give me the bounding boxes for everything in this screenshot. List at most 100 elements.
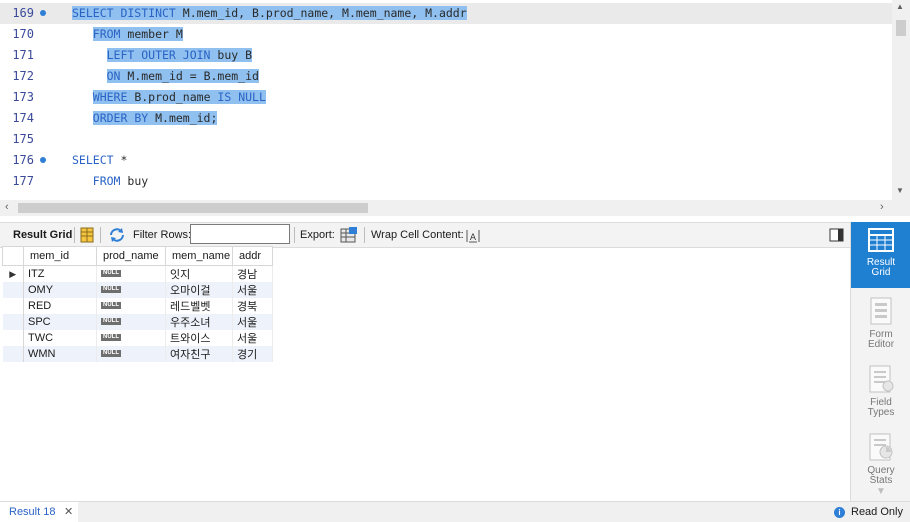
cell-mem-id[interactable]: ITZ [23, 265, 97, 282]
export-icon[interactable] [340, 226, 358, 244]
cell-mem-id[interactable]: TWC [23, 330, 97, 346]
editor-line[interactable]: 171 LEFT OUTER JOIN buy B [0, 45, 892, 66]
table-row[interactable]: SPC NULL 우주소녀 서울 [2, 314, 273, 330]
cell-addr[interactable]: 서울 [232, 282, 273, 298]
editor-vertical-scrollbar[interactable]: ▲ ▼ [892, 0, 910, 200]
editor-line[interactable]: 174 ORDER BY M.mem_id; [0, 108, 892, 129]
table-row[interactable]: WMN NULL 여자친구 경기 [2, 346, 273, 362]
cell-prod-name[interactable]: NULL [96, 298, 166, 314]
result-tab-label: Result 18 [9, 506, 56, 518]
scroll-down-icon[interactable]: ▼ [896, 186, 904, 195]
line-number: 171 [12, 48, 34, 62]
cell-addr[interactable]: 경남 [232, 265, 273, 282]
table-row[interactable]: OMY NULL 오마이걸 서울 [2, 282, 273, 298]
sql-text: M.mem_id; [155, 111, 218, 125]
scroll-left-icon[interactable]: ‹ [5, 201, 9, 213]
null-badge: NULL [101, 350, 121, 357]
row-header[interactable] [2, 346, 24, 362]
cell-addr[interactable]: 경기 [232, 346, 273, 362]
cell-addr[interactable]: 경북 [232, 298, 273, 314]
cell-mem-name[interactable]: 오마이걸 [165, 282, 233, 298]
row-header[interactable] [2, 330, 24, 346]
editor-line[interactable]: 172 ON M.mem_id = B.mem_id [0, 66, 892, 87]
editor-line[interactable]: 170 FROM member M [0, 24, 892, 45]
code-text: SELECT * [72, 150, 127, 171]
cell-prod-name[interactable]: NULL [96, 282, 166, 298]
line-number: 172 [12, 69, 34, 83]
form-editor-side-button[interactable]: Form Editor [851, 292, 910, 358]
row-header[interactable] [2, 314, 24, 330]
editor-line[interactable]: 175 [0, 129, 892, 150]
cell-mem-name[interactable]: 잇지 [165, 265, 233, 282]
field-types-icon [869, 365, 894, 393]
cell-mem-id[interactable]: RED [23, 298, 97, 314]
line-number: 176 [12, 153, 34, 167]
cell-mem-name[interactable]: 레드벨벳 [165, 298, 233, 314]
cell-mem-id[interactable]: SPC [23, 314, 97, 330]
sql-editor[interactable]: 169 SELECT DISTINCT M.mem_id, B.prod_name… [0, 0, 910, 200]
cell-prod-name[interactable]: NULL [96, 330, 166, 346]
sql-keyword: LEFT OUTER JOIN [106, 48, 218, 62]
result-grid-side-button[interactable]: Result Grid [851, 222, 910, 288]
cell-prod-name[interactable]: NULL [96, 346, 166, 362]
column-header-mem-id[interactable]: mem_id [23, 246, 97, 266]
editor-line[interactable]: 173 WHERE B.prod_name IS NULL [0, 87, 892, 108]
refresh-icon[interactable] [108, 227, 126, 243]
table-row[interactable]: ▶ ITZ NULL 잇지 경남 [2, 265, 273, 282]
filter-rows-input[interactable] [190, 224, 290, 244]
result-tab[interactable]: Result 18 ✕ [0, 502, 78, 522]
row-header[interactable] [2, 282, 24, 298]
sql-keyword: SELECT [72, 153, 121, 167]
side-scroll-down-icon[interactable]: ▼ [851, 487, 910, 497]
editor-line[interactable]: 169 SELECT DISTINCT M.mem_id, B.prod_name… [0, 3, 892, 24]
cell-mem-id[interactable]: OMY [23, 282, 97, 298]
table-row[interactable]: TWC NULL 트와이스 서울 [2, 330, 273, 346]
null-badge: NULL [101, 270, 121, 277]
toolbar-divider [294, 227, 295, 243]
line-number: 170 [12, 27, 34, 41]
toggle-panel-icon[interactable] [829, 227, 845, 243]
scroll-up-icon[interactable]: ▲ [896, 2, 904, 11]
cell-mem-name[interactable]: 우주소녀 [165, 314, 233, 330]
cell-addr[interactable]: 서울 [232, 314, 273, 330]
column-header-addr[interactable]: addr [232, 246, 273, 266]
sql-keyword: FROM [92, 174, 128, 188]
cell-mem-id[interactable]: WMN [23, 346, 97, 362]
column-header-prod-name[interactable]: prod_name [96, 246, 166, 266]
sql-keyword: ORDER BY [92, 111, 156, 125]
scroll-right-icon[interactable]: › [880, 201, 884, 213]
toolbar-divider [364, 227, 365, 243]
cell-mem-name[interactable]: 트와이스 [165, 330, 233, 346]
cell-mem-name[interactable]: 여자친구 [165, 346, 233, 362]
current-row-arrow-icon[interactable]: ▶ [2, 265, 24, 282]
editor-line[interactable]: 177 FROM buy [0, 171, 892, 192]
result-grid-label: Result Grid [13, 229, 73, 241]
wrap-cell-icon[interactable]: A [466, 228, 480, 243]
table-row[interactable]: RED NULL 레드벨벳 경북 [2, 298, 273, 314]
field-types-side-button[interactable]: Field Types [851, 360, 910, 426]
editor-horizontal-scrollbar[interactable]: ‹ › [0, 200, 910, 216]
cell-prod-name[interactable]: NULL [96, 265, 166, 282]
result-grid-table[interactable]: mem_id prod_name mem_name addr ▶ ITZ NULL 잇… [2, 246, 273, 362]
sql-keyword: ON [106, 69, 128, 83]
cell-addr[interactable]: 서울 [232, 330, 273, 346]
grid-toggle-icon[interactable] [80, 227, 94, 243]
code-text: WHERE B.prod_name IS NULL [72, 87, 266, 108]
statement-marker-icon [40, 10, 46, 16]
null-badge: NULL [101, 286, 121, 293]
column-header-mem-name[interactable]: mem_name [165, 246, 233, 266]
code-text: FROM member M [72, 24, 183, 45]
query-stats-side-button[interactable]: Query Stats ▼ [851, 428, 910, 497]
close-icon[interactable]: ✕ [64, 502, 73, 522]
editor-line[interactable]: 176 SELECT * [0, 150, 892, 171]
query-stats-side-label-2: Stats [869, 475, 893, 486]
row-header[interactable] [2, 298, 24, 314]
result-side-panel: Result Grid Form Editor Field Types Quer… [850, 222, 910, 501]
filter-rows-label: Filter Rows: [133, 229, 192, 241]
horizontal-scroll-thumb[interactable] [18, 203, 368, 213]
scroll-thumb[interactable] [896, 20, 906, 36]
line-number: 175 [12, 132, 34, 146]
wrap-cell-content-label: Wrap Cell Content: [371, 229, 464, 241]
info-icon: i [834, 506, 845, 518]
cell-prod-name[interactable]: NULL [96, 314, 166, 330]
